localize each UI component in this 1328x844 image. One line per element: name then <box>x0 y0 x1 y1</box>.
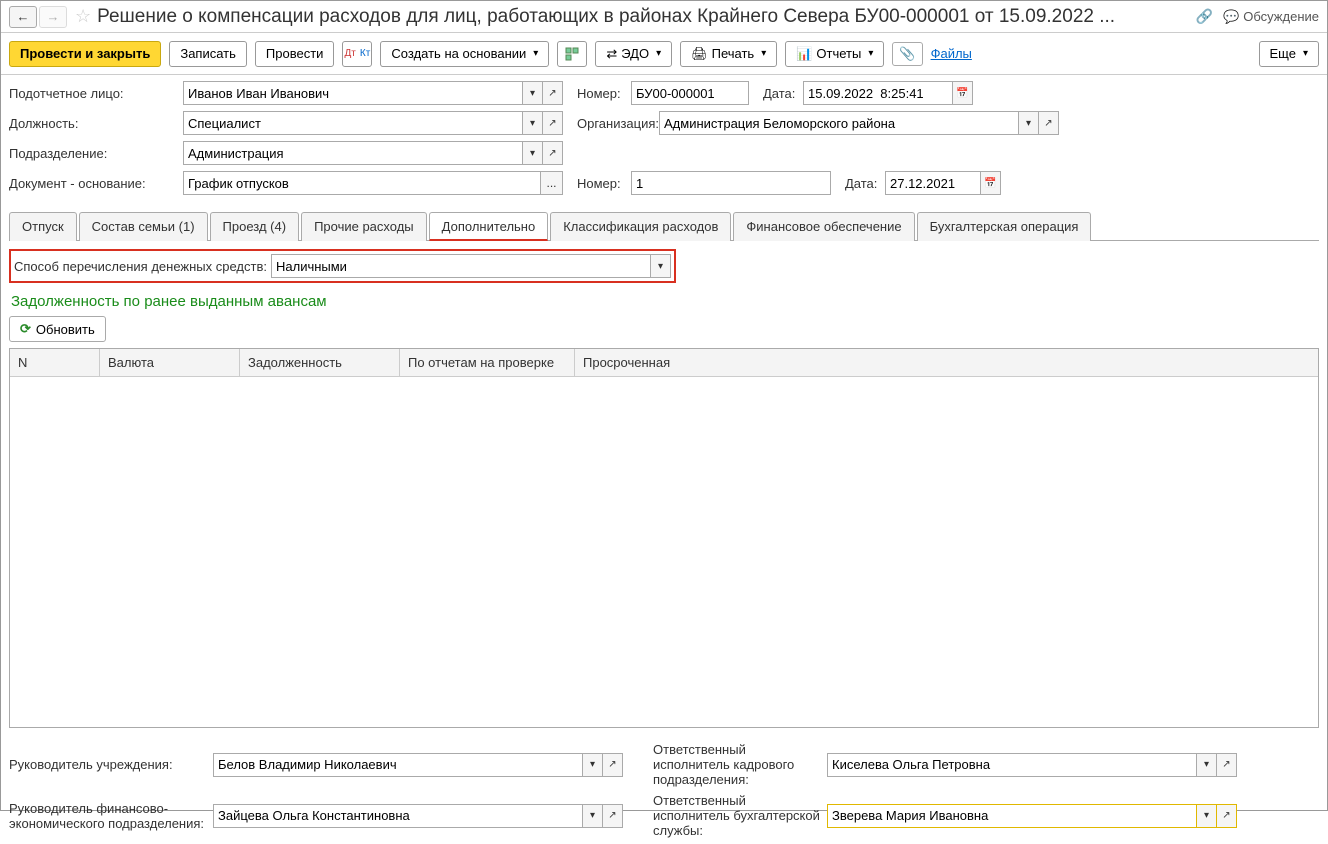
tab-accounting[interactable]: Бухгалтерская операция <box>917 212 1092 241</box>
org-input[interactable] <box>659 111 1019 135</box>
acc-label: Ответственный исполнитель бухгалтерской … <box>653 793 823 838</box>
division-label: Подразделение: <box>9 146 179 161</box>
payment-method-highlight: Способ перечисления денежных средств: ▾ <box>9 249 676 283</box>
post-button[interactable]: Провести <box>255 41 335 67</box>
tab-family[interactable]: Состав семьи (1) <box>79 212 208 241</box>
reports-label: Отчеты <box>816 46 861 61</box>
tab-classification[interactable]: Классификация расходов <box>550 212 731 241</box>
position-label: Должность: <box>9 116 179 131</box>
discussion-button[interactable]: 💬 Обсуждение <box>1223 9 1319 25</box>
printer-icon: 🖨 <box>691 46 708 62</box>
finance-head-label: Руководитель финансово-экономического по… <box>9 801 209 831</box>
acc-input[interactable] <box>827 804 1197 828</box>
open-icon[interactable]: ↗ <box>543 81 563 105</box>
open-icon[interactable]: ↗ <box>1039 111 1059 135</box>
basis-number-label: Номер: <box>567 176 627 191</box>
edo-icon: ⇄ <box>606 46 617 62</box>
col-debt[interactable]: Задолженность <box>240 349 400 376</box>
open-icon[interactable]: ↗ <box>543 111 563 135</box>
head-label: Руководитель учреждения: <box>9 757 209 772</box>
favorite-star-icon[interactable]: ☆ <box>75 6 91 27</box>
refresh-button[interactable]: ⟳ Обновить <box>9 316 106 342</box>
dropdown-icon[interactable]: ▾ <box>523 141 543 165</box>
chart-icon: 📊 <box>796 46 812 62</box>
debt-section-title: Задолженность по ранее выданным авансам <box>11 293 1319 310</box>
more-button[interactable]: Еще <box>1259 41 1319 67</box>
page-title: Решение о компенсации расходов для лиц, … <box>97 6 1195 28</box>
hr-label: Ответственный исполнитель кадрового подр… <box>653 742 823 787</box>
col-reports[interactable]: По отчетам на проверке <box>400 349 575 376</box>
col-overdue[interactable]: Просроченная <box>575 349 1318 376</box>
basis-doc-label: Документ - основание: <box>9 176 179 191</box>
paperclip-icon[interactable]: 📎 <box>892 42 922 66</box>
open-icon[interactable]: ↗ <box>1217 804 1237 828</box>
open-icon[interactable]: ↗ <box>603 753 623 777</box>
debt-table: N Валюта Задолженность По отчетам на про… <box>9 348 1319 728</box>
nav-back-button[interactable]: ← <box>9 6 37 28</box>
basis-number-input[interactable] <box>631 171 831 195</box>
dropdown-icon[interactable]: ▾ <box>523 81 543 105</box>
refresh-label: Обновить <box>36 322 95 337</box>
dropdown-icon[interactable]: ▾ <box>523 111 543 135</box>
account-person-input[interactable] <box>183 81 523 105</box>
edo-label: ЭДО <box>621 46 649 61</box>
dropdown-icon[interactable]: ▾ <box>1019 111 1039 135</box>
open-icon[interactable]: ↗ <box>603 804 623 828</box>
save-button[interactable]: Записать <box>169 41 247 67</box>
col-n[interactable]: N <box>10 349 100 376</box>
tab-travel[interactable]: Проезд (4) <box>210 212 300 241</box>
number-input[interactable] <box>631 81 749 105</box>
basis-doc-input[interactable] <box>183 171 541 195</box>
division-input[interactable] <box>183 141 523 165</box>
calendar-icon[interactable]: 📅 <box>953 81 973 105</box>
head-input[interactable] <box>213 753 583 777</box>
finance-head-input[interactable] <box>213 804 583 828</box>
payment-method-input[interactable] <box>271 254 651 278</box>
print-label: Печать <box>712 46 755 61</box>
org-label: Организация: <box>567 116 655 131</box>
date-input[interactable] <box>803 81 953 105</box>
create-based-on-button[interactable]: Создать на основании <box>380 41 549 67</box>
chat-icon: 💬 <box>1223 9 1239 25</box>
tab-additional[interactable]: Дополнительно <box>429 212 549 241</box>
reports-button[interactable]: 📊 Отчеты <box>785 41 884 67</box>
discussion-label: Обсуждение <box>1243 9 1319 24</box>
position-input[interactable] <box>183 111 523 135</box>
hr-input[interactable] <box>827 753 1197 777</box>
select-dots-icon[interactable]: ... <box>541 171 563 195</box>
dropdown-icon[interactable]: ▾ <box>1197 804 1217 828</box>
dropdown-icon[interactable]: ▾ <box>651 254 671 278</box>
open-icon[interactable]: ↗ <box>1217 753 1237 777</box>
dropdown-icon[interactable]: ▾ <box>583 753 603 777</box>
dropdown-icon[interactable]: ▾ <box>1197 753 1217 777</box>
edo-button[interactable]: ⇄ ЭДО <box>595 41 672 67</box>
open-icon[interactable]: ↗ <box>543 141 563 165</box>
account-person-label: Подотчетное лицо: <box>9 86 179 101</box>
link-icon[interactable]: 🔗 <box>1196 8 1213 25</box>
tab-financing[interactable]: Финансовое обеспечение <box>733 212 914 241</box>
table-body[interactable] <box>10 377 1318 727</box>
nav-forward-button[interactable]: → <box>39 6 67 28</box>
refresh-icon: ⟳ <box>20 321 31 337</box>
debit-credit-button[interactable]: ДтКт <box>342 41 372 67</box>
dropdown-icon[interactable]: ▾ <box>583 804 603 828</box>
structure-button[interactable] <box>557 41 587 67</box>
calendar-icon[interactable]: 📅 <box>981 171 1001 195</box>
print-button[interactable]: 🖨 Печать <box>680 41 777 67</box>
files-link[interactable]: Файлы <box>931 46 972 61</box>
tab-vacation[interactable]: Отпуск <box>9 212 77 241</box>
post-and-close-button[interactable]: Провести и закрыть <box>9 41 161 67</box>
basis-date-input[interactable] <box>885 171 981 195</box>
basis-date-label: Дата: <box>835 176 881 191</box>
tab-other-expenses[interactable]: Прочие расходы <box>301 212 427 241</box>
number-label: Номер: <box>567 86 627 101</box>
payment-method-label: Способ перечисления денежных средств: <box>14 259 267 274</box>
col-currency[interactable]: Валюта <box>100 349 240 376</box>
date-label: Дата: <box>753 86 799 101</box>
